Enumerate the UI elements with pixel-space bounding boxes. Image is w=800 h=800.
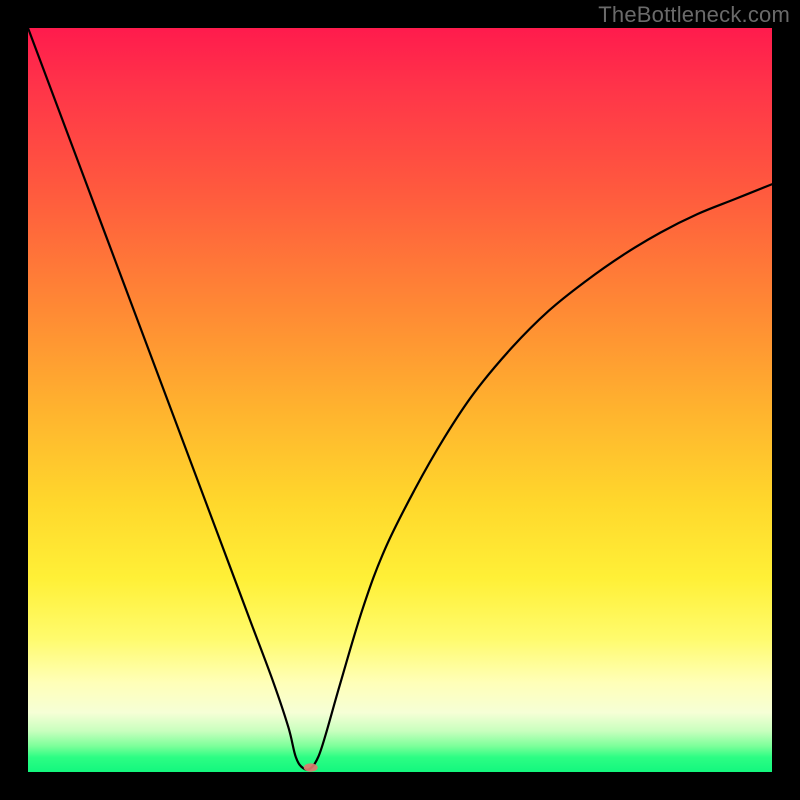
bottleneck-curve bbox=[28, 28, 772, 772]
chart-frame: TheBottleneck.com bbox=[0, 0, 800, 800]
plot-area bbox=[28, 28, 772, 772]
optimum-marker bbox=[304, 763, 318, 771]
watermark-text: TheBottleneck.com bbox=[598, 2, 790, 28]
